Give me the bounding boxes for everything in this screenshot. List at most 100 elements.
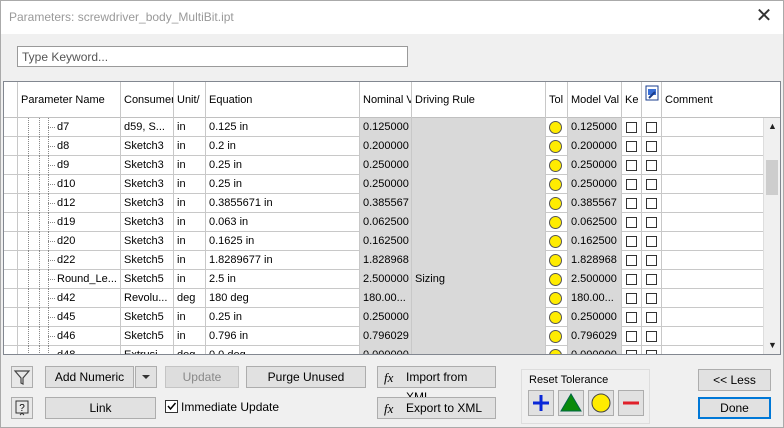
- table-row[interactable]: d22 Sketch5 in 1.8289677 in 1.828968 1.828968: [4, 251, 764, 270]
- filter-button[interactable]: [11, 366, 33, 388]
- cell-nominal[interactable]: 0.125000: [360, 118, 412, 137]
- table-row[interactable]: d20 Sketch3 in 0.1625 in 0.162500 0.162500: [4, 232, 764, 251]
- cell-equation[interactable]: 0.25 in: [206, 175, 360, 194]
- export-checkbox[interactable]: [646, 350, 657, 354]
- cell-key-checkbox[interactable]: [622, 175, 642, 194]
- export-checkbox[interactable]: [646, 236, 657, 247]
- cell-equation[interactable]: 0.25 in: [206, 156, 360, 175]
- header-consumer[interactable]: Consumer: [121, 82, 174, 118]
- cell-export-checkbox[interactable]: [642, 213, 662, 232]
- cell-driving[interactable]: [412, 137, 546, 156]
- cell-unit[interactable]: deg: [174, 346, 206, 354]
- cell-key-checkbox[interactable]: [622, 194, 642, 213]
- cell-consumer[interactable]: Sketch5: [121, 251, 174, 270]
- cell-model[interactable]: 0.250000: [568, 175, 622, 194]
- cell-tolerance[interactable]: [546, 308, 568, 327]
- cell-parameter-name[interactable]: d20: [18, 232, 121, 251]
- cell-driving[interactable]: Sizing: [412, 270, 546, 289]
- cell-model[interactable]: 0.200000: [568, 137, 622, 156]
- cell-nominal[interactable]: 0.250000: [360, 156, 412, 175]
- cell-driving[interactable]: [412, 251, 546, 270]
- cell-comment[interactable]: [662, 156, 764, 175]
- cell-driving[interactable]: [412, 194, 546, 213]
- cell-key-checkbox[interactable]: [622, 118, 642, 137]
- key-checkbox[interactable]: [626, 350, 637, 354]
- cell-consumer[interactable]: Sketch5: [121, 308, 174, 327]
- header-unit-type[interactable]: Unit/: [174, 82, 206, 118]
- cell-export-checkbox[interactable]: [642, 232, 662, 251]
- immediate-update-label[interactable]: Immediate Update: [181, 400, 279, 414]
- header-export[interactable]: [642, 82, 662, 118]
- key-checkbox[interactable]: [626, 122, 637, 133]
- nominal-tolerance-button[interactable]: [588, 390, 614, 416]
- cell-parameter-name[interactable]: d45: [18, 308, 121, 327]
- import-from-xml-button[interactable]: fx Import from XML: [377, 366, 496, 404]
- cell-comment[interactable]: [662, 194, 764, 213]
- key-checkbox[interactable]: [626, 255, 637, 266]
- cell-nominal[interactable]: 0.200000: [360, 137, 412, 156]
- cell-unit[interactable]: in: [174, 194, 206, 213]
- cell-equation[interactable]: 0.796 in: [206, 327, 360, 346]
- cell-unit[interactable]: in: [174, 213, 206, 232]
- key-checkbox[interactable]: [626, 236, 637, 247]
- cell-consumer[interactable]: Sketch3: [121, 137, 174, 156]
- median-tolerance-button[interactable]: [558, 390, 584, 416]
- key-checkbox[interactable]: [626, 198, 637, 209]
- cell-unit[interactable]: in: [174, 232, 206, 251]
- cell-driving[interactable]: [412, 289, 546, 308]
- add-numeric-dropdown[interactable]: [135, 366, 157, 388]
- cell-model[interactable]: 180.00...: [568, 289, 622, 308]
- row-selector[interactable]: [4, 289, 18, 308]
- cell-tolerance[interactable]: [546, 346, 568, 354]
- cell-model[interactable]: 2.500000: [568, 270, 622, 289]
- cell-unit[interactable]: in: [174, 175, 206, 194]
- cell-equation[interactable]: 0.25 in: [206, 308, 360, 327]
- cell-equation[interactable]: 0.0 deg: [206, 346, 360, 354]
- cell-key-checkbox[interactable]: [622, 327, 642, 346]
- cell-parameter-name[interactable]: d10: [18, 175, 121, 194]
- cell-consumer[interactable]: Sketch3: [121, 194, 174, 213]
- table-row[interactable]: d9 Sketch3 in 0.25 in 0.250000 0.250000: [4, 156, 764, 175]
- table-row[interactable]: d10 Sketch3 in 0.25 in 0.250000 0.250000: [4, 175, 764, 194]
- cell-consumer[interactable]: d59, S...: [121, 118, 174, 137]
- cell-nominal[interactable]: 1.828968: [360, 251, 412, 270]
- cell-model[interactable]: 0.250000: [568, 308, 622, 327]
- cell-equation[interactable]: 0.063 in: [206, 213, 360, 232]
- cell-tolerance[interactable]: [546, 175, 568, 194]
- scroll-thumb[interactable]: [766, 160, 778, 195]
- cell-model[interactable]: 1.828968: [568, 251, 622, 270]
- table-row[interactable]: d45 Sketch5 in 0.25 in 0.250000 0.250000: [4, 308, 764, 327]
- key-checkbox[interactable]: [626, 331, 637, 342]
- cell-nominal[interactable]: 0.385567: [360, 194, 412, 213]
- table-row[interactable]: d42 Revolu... deg 180 deg 180.00... 180.00...: [4, 289, 764, 308]
- upper-tolerance-button[interactable]: [528, 390, 554, 416]
- cell-model[interactable]: 0.125000: [568, 118, 622, 137]
- scroll-up-icon[interactable]: ▲: [764, 118, 780, 135]
- cell-export-checkbox[interactable]: [642, 251, 662, 270]
- header-tolerance[interactable]: Tol: [546, 82, 568, 118]
- cell-key-checkbox[interactable]: [622, 289, 642, 308]
- export-checkbox[interactable]: [646, 312, 657, 323]
- cell-unit[interactable]: in: [174, 156, 206, 175]
- export-checkbox[interactable]: [646, 141, 657, 152]
- add-numeric-button[interactable]: Add Numeric: [45, 366, 134, 388]
- cell-model[interactable]: 0.796029: [568, 327, 622, 346]
- cell-consumer[interactable]: Sketch3: [121, 175, 174, 194]
- cell-export-checkbox[interactable]: [642, 327, 662, 346]
- header-driving-rule[interactable]: Driving Rule: [412, 82, 546, 118]
- cell-comment[interactable]: [662, 270, 764, 289]
- cell-unit[interactable]: in: [174, 308, 206, 327]
- vertical-scrollbar[interactable]: ▲ ▼: [763, 118, 780, 354]
- row-selector[interactable]: [4, 175, 18, 194]
- link-button[interactable]: Link: [45, 397, 156, 419]
- cell-driving[interactable]: [412, 232, 546, 251]
- purge-unused-button[interactable]: Purge Unused: [246, 366, 366, 388]
- table-row[interactable]: d12 Sketch3 in 0.3855671 in 0.385567 0.385567: [4, 194, 764, 213]
- row-selector[interactable]: [4, 137, 18, 156]
- cell-model[interactable]: 0.385567: [568, 194, 622, 213]
- header-equation[interactable]: Equation: [206, 82, 360, 118]
- cell-equation[interactable]: 0.3855671 in: [206, 194, 360, 213]
- cell-parameter-name[interactable]: d19: [18, 213, 121, 232]
- cell-parameter-name[interactable]: d12: [18, 194, 121, 213]
- cell-tolerance[interactable]: [546, 327, 568, 346]
